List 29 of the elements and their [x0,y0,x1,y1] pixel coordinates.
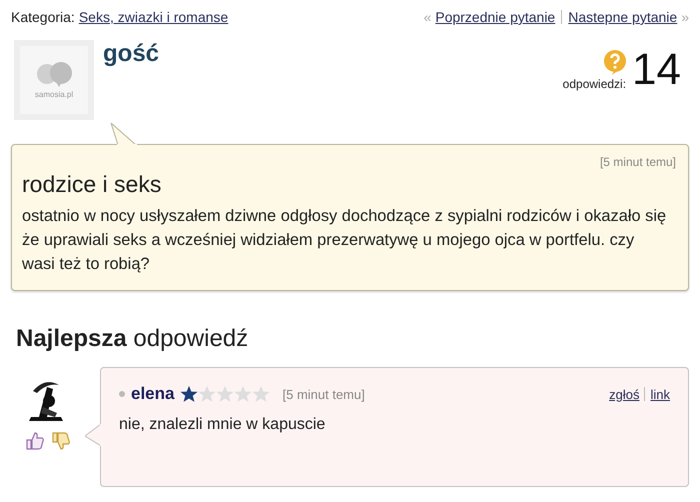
answers-label: odpowiedzi: [562,77,626,91]
report-link[interactable]: zgłoś [609,386,640,402]
thumbs-down-icon[interactable] [51,431,71,451]
answer-author[interactable]: elena [131,384,174,404]
star-icon [216,385,234,403]
question-time: [5 minut temu] [598,155,676,169]
question-body: ostatnio w nocy usłyszałem dziwne odgłosy dochodzące z sypialni rodziców i okazało się że uprawiali seks a wcześniej widziałem prezerwatywę u mojego ojca w portfelu. czy wasi też to robią? [22,206,668,275]
star-icon [180,385,198,403]
thumbs-up-icon[interactable] [25,431,45,451]
answer-text: nie, znalezli mnie w kapuscie [119,416,326,434]
speech-bubbles-icon [34,61,74,87]
category-label: Kategoria: [11,9,75,25]
prev-question-link[interactable]: Poprzednie pytanie [435,8,556,26]
next-question-link[interactable]: Nastepne pytanie [568,8,678,26]
question-title: rodzice i seks [22,171,162,198]
bullet-icon [119,391,125,397]
category-link[interactable]: Seks, zwiazki i romanse [78,9,228,25]
question-author[interactable]: gość [103,40,160,68]
answers-count: 14 [632,46,681,94]
answer-time: [5 minut temu] [282,386,365,402]
star-icon [234,385,252,403]
prev-mark: « [424,8,432,26]
best-answer-heading: Najlepsza odpowiedź [16,325,250,353]
star-icon [252,385,270,403]
question-bubble-icon [602,49,628,75]
answer-link[interactable]: link [650,386,670,402]
next-mark: » [681,8,689,26]
avatar-logo: samosia.pl [34,90,74,99]
star-icon [198,385,216,403]
